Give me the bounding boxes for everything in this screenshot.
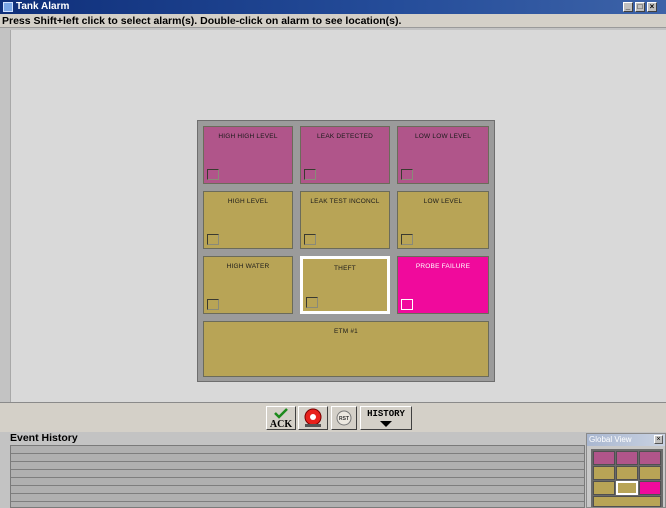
minimap-cell (639, 451, 661, 465)
minimap-cell (593, 451, 615, 465)
reset-button[interactable]: RST (331, 406, 357, 430)
minimap-cell (639, 481, 661, 495)
alarm-checkbox[interactable] (401, 169, 413, 180)
alarm-label: HIGH WATER (226, 263, 270, 270)
alarm-label: THEFT (334, 265, 356, 272)
alarm-tile-leak-test-inconcl[interactable]: LEAK TEST INCONCL (300, 191, 390, 249)
minimap-cell (639, 466, 661, 480)
alarm-tile-high-water[interactable]: HIGH WATER (203, 256, 293, 314)
alarm-label: PROBE FAILURE (415, 263, 471, 270)
chevron-down-icon (380, 421, 392, 427)
window-title: Tank Alarm (16, 1, 70, 12)
alarm-checkbox[interactable] (306, 297, 318, 308)
event-history-list[interactable] (10, 445, 585, 508)
minimap-cell (593, 496, 661, 507)
checkmark-icon: ACK (270, 408, 292, 430)
alarm-label: ETM #1 (334, 328, 358, 335)
alarm-tile-low-level[interactable]: LOW LEVEL (397, 191, 489, 249)
alarm-label: HIGH LEVEL (227, 198, 269, 205)
alarm-checkbox[interactable] (304, 234, 316, 245)
alarm-checkbox[interactable] (207, 299, 219, 310)
history-dropdown-button[interactable]: HISTORY (360, 406, 412, 430)
history-label: HISTORY (367, 409, 405, 419)
alarm-tile-leak-detected[interactable]: LEAK DETECTED (300, 126, 390, 184)
app-icon (3, 2, 13, 12)
alarm-tile-high-level[interactable]: HIGH LEVEL (203, 191, 293, 249)
reset-label: RST (339, 416, 349, 422)
ack-button[interactable]: ACK (266, 406, 296, 430)
global-view-panel: Global View × (586, 433, 666, 508)
alarm-tile-etm-1[interactable]: ETM #1 (203, 321, 489, 377)
minimize-button[interactable]: _ (623, 2, 633, 12)
ack-label: ACK (270, 419, 292, 429)
alarm-checkbox[interactable] (207, 234, 219, 245)
event-history-title: Event History (10, 432, 78, 444)
alarm-label: LEAK DETECTED (316, 133, 374, 140)
alarm-tile-probe-failure[interactable]: PROBE FAILURE (397, 256, 489, 314)
minimap-cell (593, 481, 615, 495)
alarm-label: LOW LEVEL (423, 198, 463, 205)
alarm-label: LOW LOW LEVEL (414, 133, 472, 140)
instruction-text: Press Shift+left click to select alarm(s… (0, 14, 666, 28)
minimap-cell (616, 481, 638, 495)
global-view-minimap[interactable] (591, 449, 663, 507)
alarm-grid: HIGH HIGH LEVEL LEAK DETECTED LOW LOW LE… (197, 120, 495, 382)
maximize-button[interactable]: □ (635, 2, 645, 12)
alarm-label: LEAK TEST INCONCL (310, 198, 380, 205)
reset-icon: RST (336, 410, 352, 426)
alarm-bell-button[interactable] (298, 406, 328, 430)
alarm-checkbox[interactable] (304, 169, 316, 180)
close-button[interactable]: × (647, 2, 657, 12)
minimap-cell (616, 451, 638, 465)
alarm-checkbox[interactable] (401, 299, 413, 310)
global-view-close-button[interactable]: × (654, 435, 663, 444)
alarm-tile-high-high-level[interactable]: HIGH HIGH LEVEL (203, 126, 293, 184)
alarm-pane: HIGH HIGH LEVEL LEAK DETECTED LOW LOW LE… (10, 30, 666, 402)
minimap-cell (616, 466, 638, 480)
alarm-bell-icon (304, 408, 322, 427)
alarm-checkbox[interactable] (401, 234, 413, 245)
action-toolbar: ACK RST HISTORY (0, 402, 666, 432)
title-bar: Tank Alarm _ □ × (0, 0, 666, 14)
minimap-cell (593, 466, 615, 480)
alarm-checkbox[interactable] (207, 169, 219, 180)
alarm-label: HIGH HIGH LEVEL (218, 133, 278, 140)
alarm-tile-theft[interactable]: THEFT (300, 256, 390, 314)
alarm-tile-low-low-level[interactable]: LOW LOW LEVEL (397, 126, 489, 184)
